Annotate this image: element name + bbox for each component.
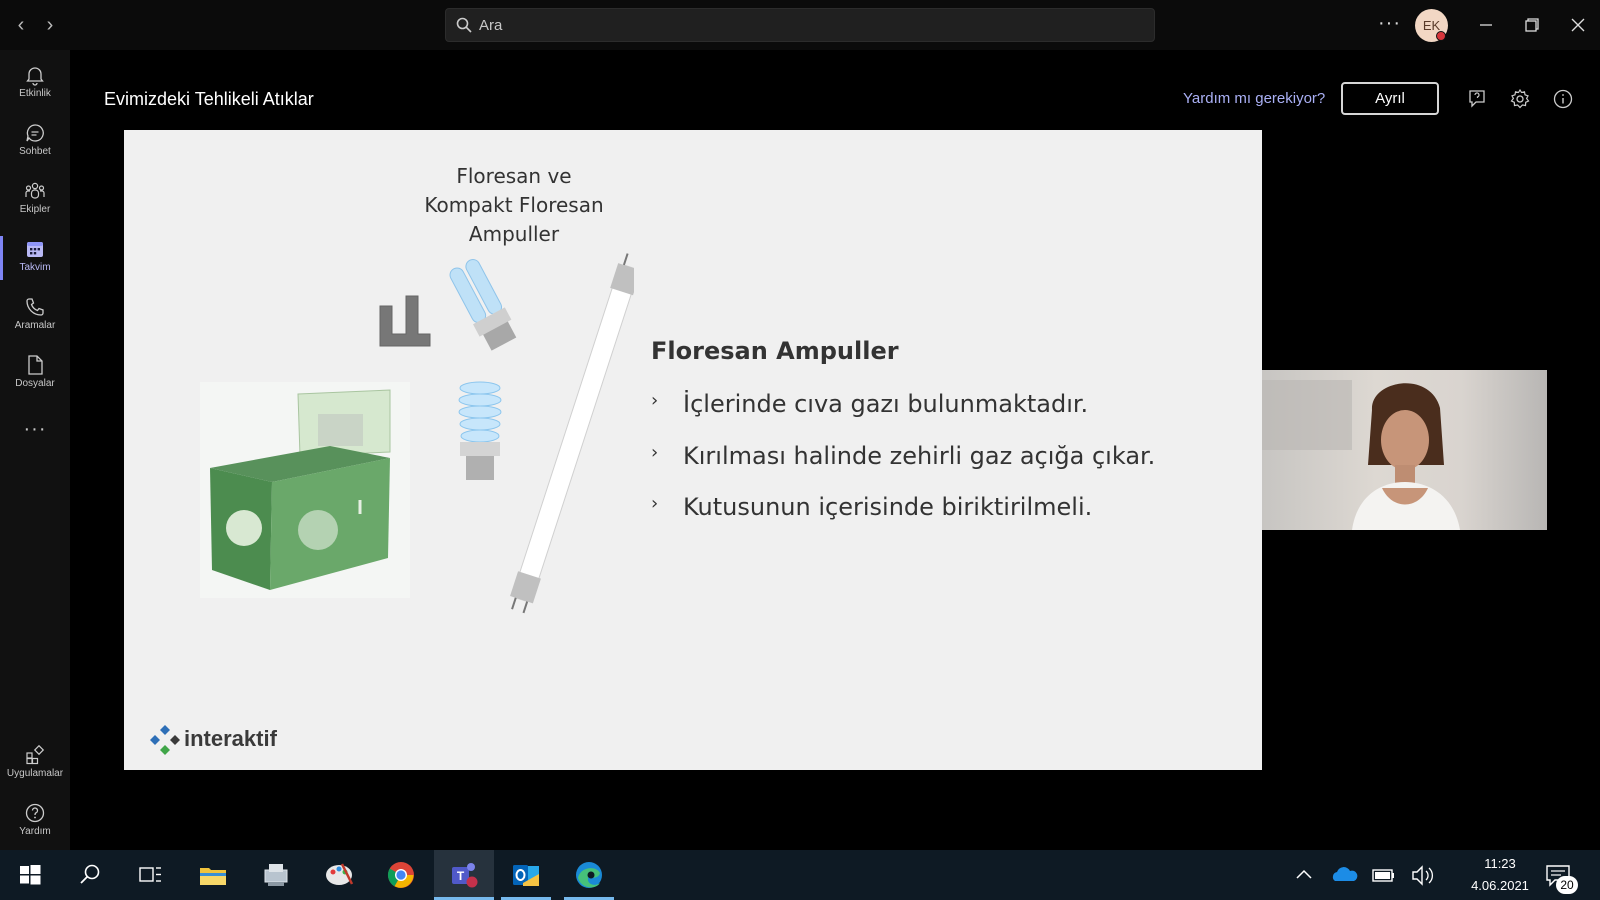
bullet-mark: ›: [651, 442, 659, 463]
rail-item-files[interactable]: Dosyalar: [0, 346, 70, 402]
rail-item-teams[interactable]: Ekipler: [0, 172, 70, 228]
apps-icon: [26, 744, 45, 765]
bell-icon: [26, 67, 44, 86]
slide-caption-text: Floresan ve Kompakt Floresan Ampuller: [424, 164, 604, 246]
rail-label: Yardım: [19, 826, 51, 837]
presence-badge: [1436, 31, 1446, 41]
app-rail: Etkinlik Sohbet Ekipler Takvim Aramalar …: [0, 50, 70, 850]
phone-icon: [26, 298, 44, 316]
help-link[interactable]: Yardım mı gerekiyor?: [1183, 90, 1325, 107]
volume-icon[interactable]: [1406, 858, 1440, 892]
rail-label: Ekipler: [19, 204, 51, 215]
rail-label: Sohbet: [19, 146, 51, 157]
rail-more-icon[interactable]: ···: [0, 418, 70, 441]
battery-icon[interactable]: [1366, 858, 1400, 892]
leave-button[interactable]: Ayrıl: [1341, 82, 1439, 115]
clock-time[interactable]: 11:23: [1470, 856, 1530, 871]
participant-image: [1262, 380, 1460, 530]
bullet-mark: ›: [651, 390, 659, 411]
rail-label: Uygulamalar: [6, 768, 64, 779]
back-arrow-icon[interactable]: ‹: [10, 14, 32, 36]
rail-item-apps[interactable]: Uygulamalar: [0, 736, 70, 792]
rail-item-activity[interactable]: Etkinlik: [0, 56, 70, 112]
logo-text: interaktif: [184, 726, 277, 751]
notification-count-badge: 20: [1556, 876, 1578, 894]
windows-start-icon[interactable]: [13, 858, 47, 892]
teams-icon[interactable]: T: [447, 858, 481, 892]
chat-icon: [26, 124, 44, 142]
bullet-text: Kutusunun içerisinde biriktirilmeli.: [683, 493, 1093, 521]
svg-text:T: T: [457, 869, 465, 883]
interaktif-logo-icon: [150, 725, 180, 755]
onedrive-icon[interactable]: [1327, 858, 1361, 892]
bullet-mark: ›: [651, 493, 659, 514]
file-icon: [28, 355, 43, 375]
search-placeholder: Ara: [479, 17, 503, 34]
feedback-icon[interactable]: [1466, 88, 1488, 110]
network-app-icon[interactable]: [259, 858, 293, 892]
rail-label: Aramalar: [14, 320, 56, 331]
recycling-box-image: [200, 382, 410, 598]
rail-item-chat[interactable]: Sohbet: [0, 114, 70, 170]
rail-item-calls[interactable]: Aramalar: [0, 288, 70, 344]
close-icon[interactable]: [1565, 12, 1591, 38]
help-icon: [25, 803, 45, 823]
rail-label: Dosyalar: [15, 378, 55, 389]
forward-arrow-icon[interactable]: ›: [39, 14, 61, 36]
rail-label: Takvim: [19, 262, 51, 273]
search-icon: [456, 17, 472, 33]
chrome-icon[interactable]: [384, 858, 418, 892]
search-input[interactable]: Ara: [445, 8, 1155, 42]
shared-slide: Floresan ve Kompakt Floresan Ampuller Fl…: [124, 130, 1262, 770]
corner-arrow-icon: [379, 295, 431, 347]
teams-icon: [25, 182, 45, 199]
restore-icon[interactable]: [1519, 12, 1545, 38]
recycling-box-drawing: [200, 382, 410, 598]
edge-icon[interactable]: [572, 858, 606, 892]
rail-item-calendar[interactable]: Takvim: [0, 230, 70, 286]
gear-icon[interactable]: [1509, 88, 1531, 110]
active-indicator: [0, 236, 3, 280]
clock-date[interactable]: 4.06.2021: [1455, 878, 1545, 893]
more-options-icon[interactable]: ···: [1378, 12, 1401, 35]
paint-app-icon[interactable]: [322, 858, 356, 892]
chevron-up-icon[interactable]: [1287, 858, 1321, 892]
bullet-text: İçlerinde cıva gazı bulunmaktadır.: [683, 390, 1089, 418]
fluorescent-lamps-image: [449, 253, 634, 614]
calendar-icon: [27, 242, 43, 257]
title-bar: ‹ › Ara ··· EK: [0, 0, 1600, 50]
info-icon[interactable]: [1552, 88, 1574, 110]
rail-label: Etkinlik: [19, 88, 51, 99]
meeting-title: Evimizdeki Tehlikeli Atıklar: [104, 89, 314, 109]
outlook-icon[interactable]: [509, 858, 543, 892]
slide-heading: Floresan Ampuller: [651, 337, 899, 365]
bullet-text: Kırılması halinde zehirli gaz açığa çıka…: [683, 442, 1156, 470]
search-icon[interactable]: [73, 858, 107, 892]
file-explorer-icon[interactable]: [196, 858, 230, 892]
rail-item-help[interactable]: Yardım: [0, 794, 70, 850]
participant-video[interactable]: [1262, 370, 1547, 530]
slide-caption: Floresan ve Kompakt Floresan Ampuller: [414, 162, 614, 249]
task-view-icon[interactable]: [133, 858, 167, 892]
taskbar: T: [0, 850, 1600, 900]
minimize-icon[interactable]: [1473, 12, 1499, 38]
